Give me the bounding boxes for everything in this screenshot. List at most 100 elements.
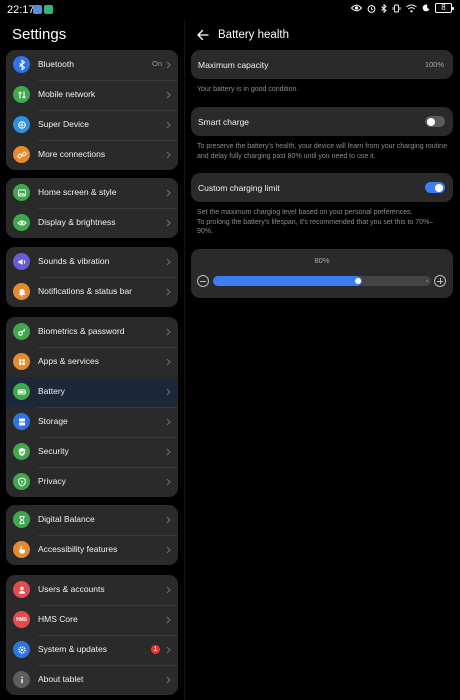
apps-grid-icon — [13, 353, 30, 370]
gear-icon — [13, 641, 30, 658]
maximum-capacity-card: Maximum capacity 100% — [191, 50, 453, 79]
sidebar-item-label: Users & accounts — [38, 584, 105, 594]
sidebar-item-sounds-vibration[interactable]: Sounds & vibration — [6, 247, 178, 277]
sidebar-item-label: Display & brightness — [38, 217, 116, 227]
maximum-capacity-value: 100% — [424, 60, 444, 69]
sidebar-item-label: Sounds & vibration — [38, 256, 110, 266]
moon-icon — [422, 4, 430, 12]
link-icon — [13, 146, 30, 163]
sidebar-item-label: Biometrics & password — [38, 326, 125, 336]
sidebar-item-display-brightness[interactable]: Display & brightness — [6, 208, 178, 238]
sidebar-item-accessibility-features[interactable]: Accessibility features — [6, 535, 178, 565]
sidebar-item-users-accounts[interactable]: Users & accounts — [6, 575, 178, 605]
smart-charge-label: Smart charge — [198, 117, 250, 127]
sidebar-item-super-device[interactable]: Super Device — [6, 110, 178, 140]
chevron-right-icon — [166, 448, 171, 456]
chevron-right-icon — [166, 646, 171, 654]
hms-logo-icon: HMS — [13, 611, 30, 628]
custom-charging-limit-row[interactable]: Custom charging limit — [191, 173, 453, 202]
sidebar-item-bluetooth[interactable]: Bluetooth On — [6, 50, 178, 80]
sidebar-item-label: Battery — [38, 386, 65, 396]
chevron-right-icon — [166, 258, 171, 266]
sidebar-item-storage[interactable]: Storage — [6, 407, 178, 437]
sidebar-item-privacy[interactable]: Privacy — [6, 467, 178, 497]
sidebar-item-label: More connections — [38, 149, 106, 159]
battery-health-pane: Battery health Maximum capacity 100% You… — [185, 20, 460, 700]
settings-group: Sounds & vibration Notifications & status… — [6, 247, 178, 307]
smart-charge-row[interactable]: Smart charge — [191, 107, 453, 136]
chevron-right-icon — [166, 478, 171, 486]
chevron-right-icon — [166, 418, 171, 426]
sidebar-item-battery[interactable]: Battery — [6, 377, 178, 407]
increase-button[interactable] — [434, 275, 446, 287]
sidebar-item-label: Security — [38, 446, 69, 456]
sidebar-item-about-tablet[interactable]: About tablet — [6, 665, 178, 695]
sidebar-item-notifications-status-bar[interactable]: Notifications & status bar — [6, 277, 178, 307]
notification-app-icon — [33, 5, 42, 14]
chevron-right-icon — [166, 358, 171, 366]
charge-limit-slider[interactable] — [213, 276, 431, 286]
mobile-data-icon — [13, 86, 30, 103]
sidebar-item-security[interactable]: Security — [6, 437, 178, 467]
bluetooth-status-icon — [381, 3, 387, 13]
sidebar-item-more-connections[interactable]: More connections — [6, 140, 178, 170]
chevron-right-icon — [166, 189, 171, 197]
maximum-capacity-label: Maximum capacity — [198, 60, 269, 70]
info-icon — [13, 671, 30, 688]
chevron-right-icon — [166, 328, 171, 336]
status-icons: 8 — [351, 3, 454, 13]
wifi-icon — [406, 4, 417, 13]
super-device-icon — [13, 116, 30, 133]
sidebar-item-system-updates[interactable]: System & updates 1 — [6, 635, 178, 665]
sidebar-item-label: Privacy — [38, 476, 66, 486]
bluetooth-icon — [13, 56, 30, 73]
slider-tick — [426, 280, 428, 282]
custom-charging-limit-note-line2: To prolong the battery's lifespan, it's … — [197, 218, 434, 236]
settings-title: Settings — [12, 26, 67, 43]
user-icon — [13, 581, 30, 598]
chevron-right-icon — [166, 121, 171, 129]
sidebar-item-label: Home screen & style — [38, 187, 117, 197]
settings-pane: Settings Bluetooth On Mobile network Super … — [0, 20, 184, 700]
custom-charging-limit-label: Custom charging limit — [198, 183, 280, 193]
sidebar-item-label: Accessibility features — [38, 544, 118, 554]
sidebar-item-biometrics-password[interactable]: Biometrics & password — [6, 317, 178, 347]
status-bar: 22:17 8 — [0, 0, 460, 20]
sidebar-item-label: HMS Core — [38, 614, 78, 624]
chevron-right-icon — [166, 91, 171, 99]
back-button[interactable] — [195, 27, 211, 43]
sidebar-item-apps-services[interactable]: Apps & services — [6, 347, 178, 377]
eye-icon — [13, 214, 30, 231]
sidebar-item-label: Apps & services — [38, 356, 99, 366]
charge-limit-value: 80% — [314, 256, 330, 265]
chevron-right-icon — [166, 219, 171, 227]
battery-icon — [13, 383, 30, 400]
status-time: 22:17 — [7, 4, 35, 16]
chevron-right-icon — [166, 546, 171, 554]
speaker-icon — [13, 253, 30, 270]
sidebar-item-label: Digital Balance — [38, 514, 95, 524]
custom-charging-limit-toggle[interactable] — [425, 182, 445, 193]
decrease-button[interactable] — [197, 275, 209, 287]
notification-app-icon — [44, 5, 53, 14]
arrow-left-icon — [197, 29, 209, 41]
sidebar-item-label: Super Device — [38, 119, 90, 129]
settings-group: Biometrics & password Apps & services Batt… — [6, 317, 178, 497]
sidebar-item-label: Notifications & status bar — [38, 286, 133, 296]
smart-charge-description: To preserve the battery's health, your d… — [197, 143, 447, 160]
sidebar-item-label: Storage — [38, 416, 68, 426]
update-badge: 1 — [151, 645, 160, 654]
sidebar-item-mobile-network[interactable]: Mobile network — [6, 80, 178, 110]
sidebar-item-home-screen-style[interactable]: Home screen & style — [6, 178, 178, 208]
shield-check-icon — [13, 443, 30, 460]
chevron-right-icon — [166, 151, 171, 159]
key-icon — [13, 323, 30, 340]
chevron-right-icon — [166, 586, 171, 594]
sidebar-item-label: About tablet — [38, 674, 84, 684]
smart-charge-toggle[interactable] — [425, 116, 445, 127]
sidebar-item-digital-balance[interactable]: Digital Balance — [6, 505, 178, 535]
sidebar-item-label: Bluetooth — [38, 59, 74, 69]
sidebar-item-hms-core[interactable]: HMS HMS Core — [6, 605, 178, 635]
bell-icon — [13, 283, 30, 300]
vibrate-icon — [392, 4, 401, 13]
